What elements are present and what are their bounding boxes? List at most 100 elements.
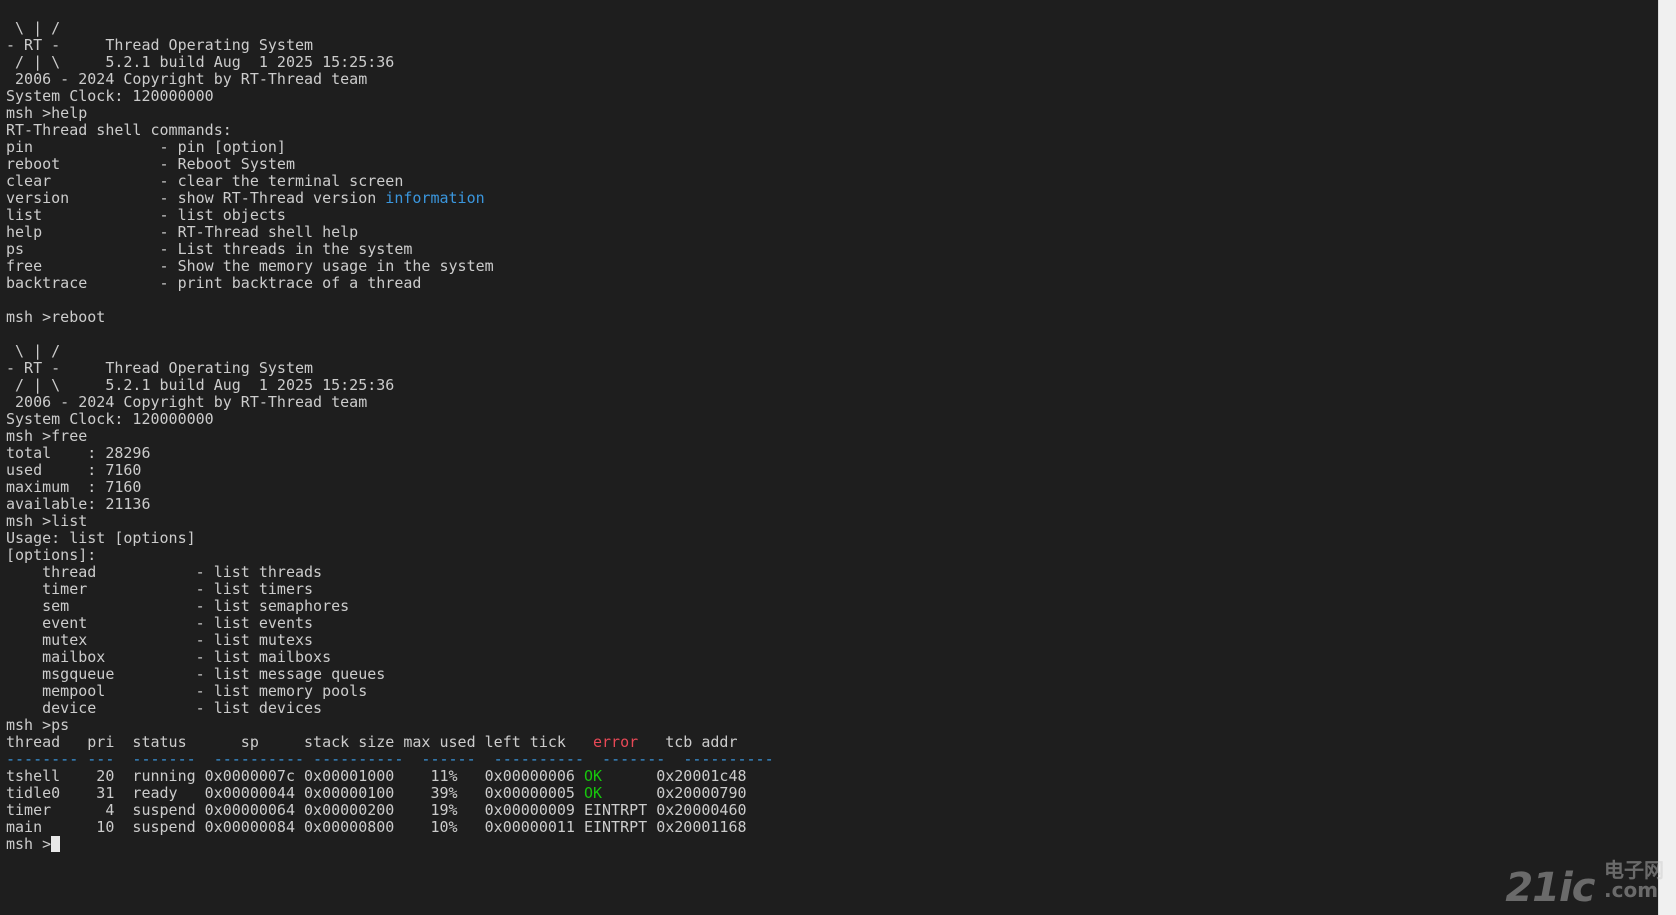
vertical-scrollbar[interactable] — [1658, 0, 1676, 915]
terminal-line: timer 4 suspend 0x00000064 0x00000200 19… — [6, 802, 774, 819]
terminal-line: reboot - Reboot System — [6, 156, 774, 173]
terminal-text-segment: event - list events — [6, 614, 314, 632]
terminal-text-segment: msh >help — [6, 104, 88, 122]
terminal-text-segment: free - Show the memory usage in the syst… — [6, 257, 494, 275]
terminal-text-segment: 2006 - 2024 Copyright by RT-Thread team — [6, 70, 368, 88]
watermark-brand: 21ic — [1505, 865, 1595, 911]
terminal-text-segment: timer - list timers — [6, 580, 314, 598]
terminal-text-segment: ps - List threads in the system — [6, 240, 413, 258]
terminal-text-segment: tidle0 31 ready 0x00000044 0x00000100 39… — [6, 784, 584, 802]
terminal-line: mailbox - list mailboxs — [6, 649, 774, 666]
terminal-line: msgqueue - list message queues — [6, 666, 774, 683]
terminal-line: msh >ps — [6, 717, 774, 734]
terminal-text-segment: msh >list — [6, 512, 88, 530]
terminal-text-segment: / | \ 5.2.1 build Aug 1 2025 15:25:36 — [6, 376, 395, 394]
terminal-line: msh >list — [6, 513, 774, 530]
terminal-line: available: 21136 — [6, 496, 774, 513]
terminal-line: System Clock: 120000000 — [6, 411, 774, 428]
terminal-line: event - list events — [6, 615, 774, 632]
terminal-text-segment: msgqueue - list message queues — [6, 665, 386, 683]
terminal-line: ps - List threads in the system — [6, 241, 774, 258]
terminal-text-segment: maximum : 7160 — [6, 478, 142, 496]
terminal-text-segment: device - list devices — [6, 699, 323, 717]
watermark-bottom-text: .com — [1604, 878, 1659, 902]
terminal-text-segment: help - RT-Thread shell help — [6, 223, 359, 241]
terminal-text-segment: 0x20001c48 — [602, 767, 747, 785]
terminal-line: 2006 - 2024 Copyright by RT-Thread team — [6, 394, 774, 411]
terminal-text-segment: System Clock: 120000000 — [6, 410, 214, 428]
terminal-text-segment: main 10 suspend 0x00000084 0x00000800 10… — [6, 818, 747, 836]
terminal-line: mutex - list mutexs — [6, 632, 774, 649]
text-cursor — [51, 836, 61, 852]
terminal-text-segment: mutex - list mutexs — [6, 631, 314, 649]
terminal-line: [options]: — [6, 547, 774, 564]
terminal-text-segment: - RT - Thread Operating System — [6, 359, 314, 377]
terminal-output: \ | / - RT - Thread Operating System / | … — [6, 20, 774, 853]
terminal-line: timer - list timers — [6, 581, 774, 598]
terminal-line: Usage: list [options] — [6, 530, 774, 547]
terminal-line: backtrace - print backtrace of a thread — [6, 275, 774, 292]
terminal-text-segment: 0x20000790 — [602, 784, 747, 802]
terminal-line: main 10 suspend 0x00000084 0x00000800 10… — [6, 819, 774, 836]
terminal-line: 2006 - 2024 Copyright by RT-Thread team — [6, 71, 774, 88]
terminal-text-segment: thread - list threads — [6, 563, 323, 581]
terminal-text-segment: sem - list semaphores — [6, 597, 350, 615]
terminal-text-segment: msh >reboot — [6, 308, 106, 326]
terminal-text-segment: backtrace - print backtrace of a thread — [6, 274, 422, 292]
terminal-text-segment: OK — [583, 784, 603, 802]
terminal-text-segment: / | \ 5.2.1 build Aug 1 2025 15:25:36 — [6, 53, 395, 71]
terminal-text-segment: used : 7160 — [6, 461, 142, 479]
terminal-window[interactable]: \ | / - RT - Thread Operating System / | … — [0, 0, 1658, 915]
terminal-line: mempool - list memory pools — [6, 683, 774, 700]
terminal-text-segment: Usage: list [options] — [6, 529, 196, 547]
terminal-text-segment: msh > — [6, 835, 52, 853]
terminal-line: msh >free — [6, 428, 774, 445]
terminal-line: msh >help — [6, 105, 774, 122]
terminal-line: free - Show the memory usage in the syst… — [6, 258, 774, 275]
terminal-text-segment: tshell 20 running 0x0000007c 0x00001000 … — [6, 767, 584, 785]
terminal-line: msh >reboot — [6, 309, 774, 326]
terminal-text-segment: msh >ps — [6, 716, 70, 734]
terminal-text-segment: timer 4 suspend 0x00000064 0x00000200 19… — [6, 801, 747, 819]
terminal-text-segment: System Clock: 120000000 — [6, 87, 214, 105]
watermark-side: 电子网 .com — [1604, 860, 1664, 900]
terminal-line: tshell 20 running 0x0000007c 0x00001000 … — [6, 768, 774, 785]
terminal-text-segment: pin - pin [option] — [6, 138, 286, 156]
terminal-line: thread pri status sp stack size max used… — [6, 734, 774, 751]
terminal-text-segment: reboot - Reboot System — [6, 155, 295, 173]
terminal-line: thread - list threads — [6, 564, 774, 581]
terminal-text-segment: version - show RT-Thread version — [6, 189, 386, 207]
terminal-text-segment: total : 28296 — [6, 444, 151, 462]
terminal-text-segment: msh >free — [6, 427, 88, 445]
terminal-text-segment: --- — [87, 750, 115, 768]
terminal-line: RT-Thread shell commands: — [6, 122, 774, 139]
terminal-line: clear - clear the terminal screen — [6, 173, 774, 190]
terminal-line: msh > — [6, 836, 774, 853]
terminal-line: version - show RT-Thread version informa… — [6, 190, 774, 207]
terminal-text-segment: thread pri status sp stack size max used… — [6, 733, 593, 751]
watermark-top-text: 电子网 — [1604, 858, 1664, 882]
terminal-text-segment: mailbox - list mailboxs — [6, 648, 332, 666]
terminal-text-segment: RT-Thread shell commands: — [6, 121, 232, 139]
terminal-line: help - RT-Thread shell help — [6, 224, 774, 241]
terminal-text-segment: error — [593, 733, 639, 751]
terminal-line: \ | / — [6, 343, 774, 360]
terminal-text-segment: clear - clear the terminal screen — [6, 172, 404, 190]
terminal-line: list - list objects — [6, 207, 774, 224]
terminal-line: System Clock: 120000000 — [6, 88, 774, 105]
terminal-text-segment: \ | / — [6, 342, 61, 360]
terminal-line: tidle0 31 ready 0x00000044 0x00000100 39… — [6, 785, 774, 802]
terminal-line: \ | / — [6, 20, 774, 37]
terminal-text-segment: information — [385, 189, 485, 207]
terminal-text-segment: ------- ---------- ---------- ------ ---… — [114, 750, 774, 768]
terminal-line: used : 7160 — [6, 462, 774, 479]
terminal-text-segment: -------- — [6, 750, 88, 768]
terminal-line: / | \ 5.2.1 build Aug 1 2025 15:25:36 — [6, 377, 774, 394]
terminal-line: total : 28296 — [6, 445, 774, 462]
terminal-line: maximum : 7160 — [6, 479, 774, 496]
terminal-text-segment: [options]: — [6, 546, 97, 564]
terminal-text-segment: mempool - list memory pools — [6, 682, 368, 700]
terminal-text-segment: - RT - Thread Operating System — [6, 36, 314, 54]
